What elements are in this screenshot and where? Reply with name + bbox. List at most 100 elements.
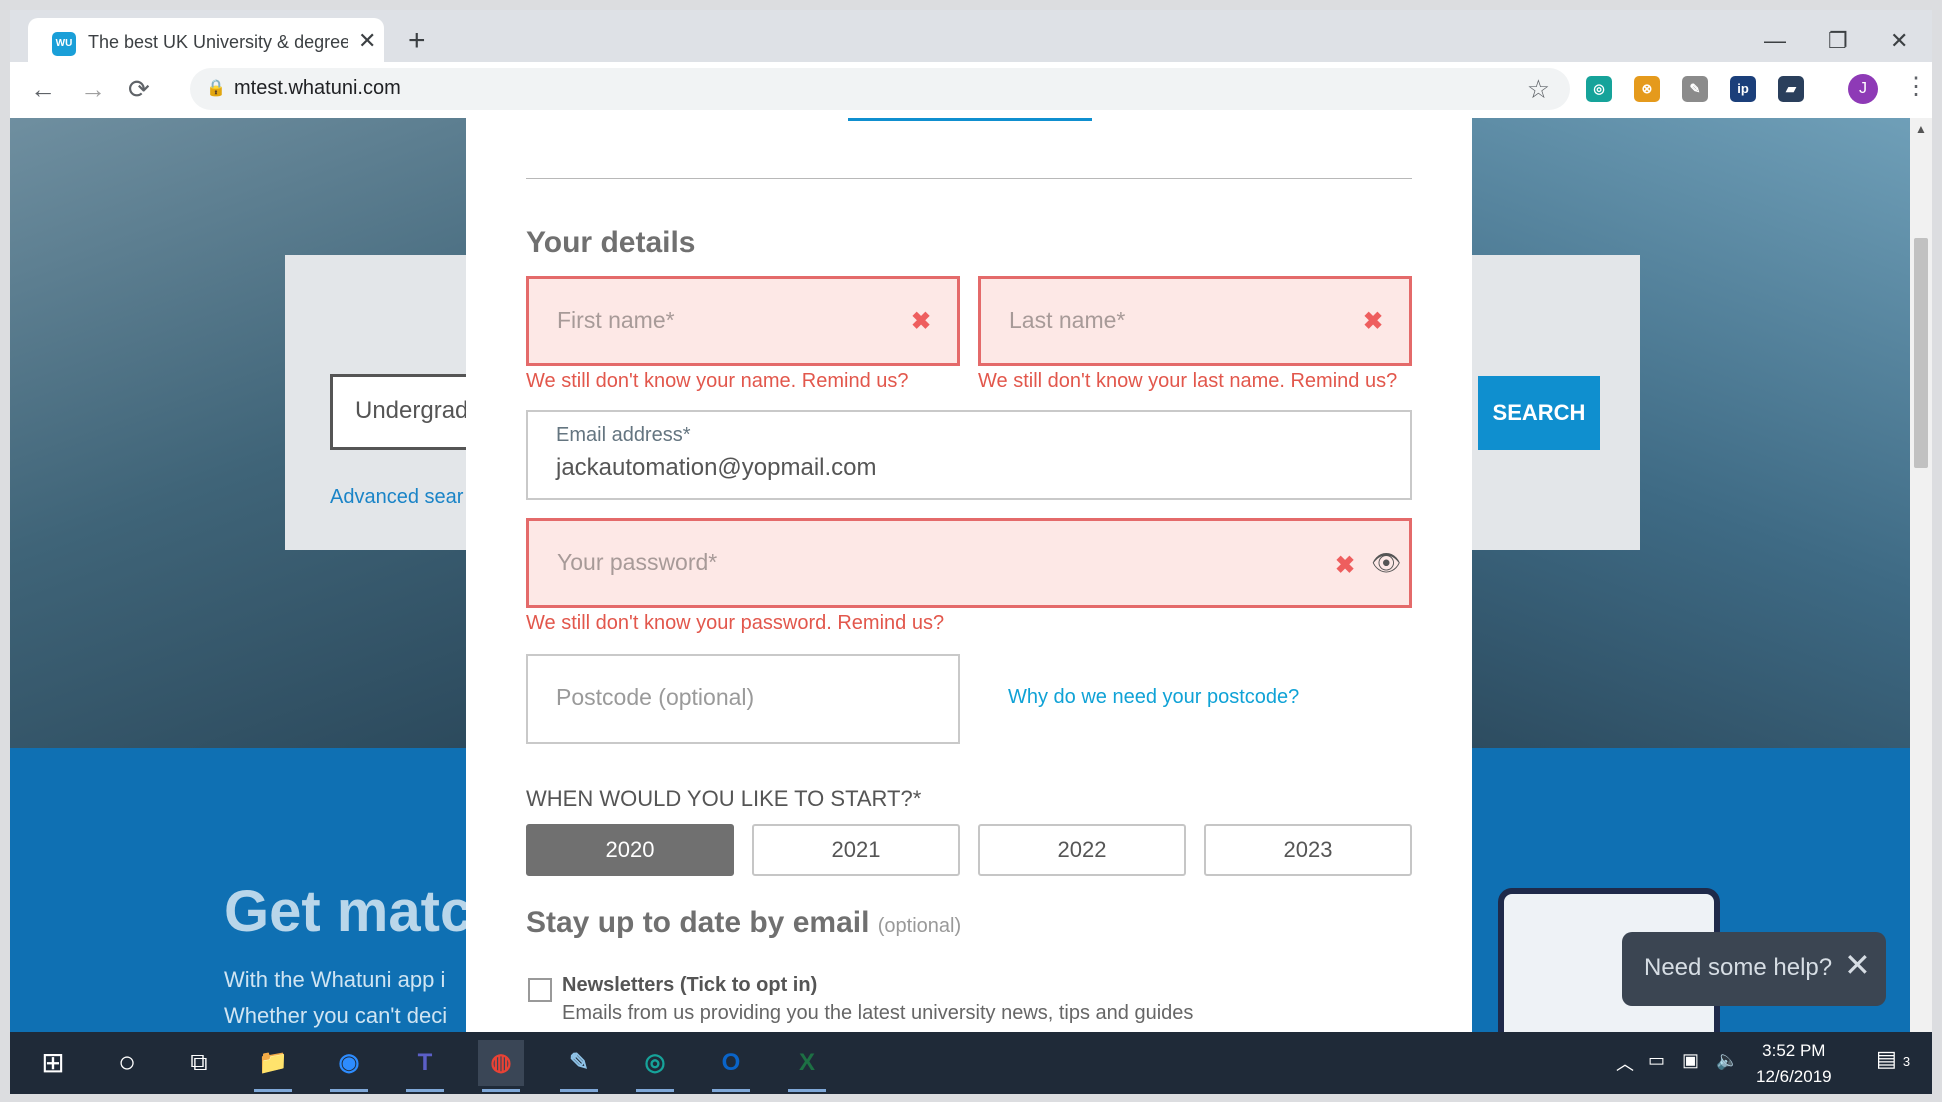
zoom-glyph: ◉ bbox=[338, 1049, 360, 1076]
help-close-icon[interactable]: ✕ bbox=[1844, 946, 1871, 984]
scroll-up-icon[interactable]: ▲ bbox=[1915, 122, 1927, 136]
email-prefs-heading: Stay up to date by email (optional) bbox=[526, 906, 961, 940]
ext-ip-icon[interactable]: ip bbox=[1730, 76, 1756, 102]
running-indicator bbox=[254, 1089, 292, 1092]
ext-c-icon[interactable]: ✎ bbox=[1682, 76, 1708, 102]
postcode-why-link[interactable]: Why do we need your postcode? bbox=[1008, 686, 1299, 709]
last-name-error: We still don't know your last name. Remi… bbox=[978, 370, 1398, 392]
notification-icon: ▤ bbox=[1876, 1046, 1897, 1071]
email-prefs-title: Stay up to date by email bbox=[526, 906, 870, 939]
help-chat-bubble[interactable]: Need some help? ✕ bbox=[1622, 932, 1886, 1006]
newsletter-checkbox[interactable] bbox=[528, 978, 552, 1002]
running-indicator bbox=[560, 1089, 598, 1092]
page-scrollbar[interactable]: ▲ bbox=[1910, 118, 1932, 1032]
first-name-error-icon: ✖ bbox=[911, 308, 932, 335]
ext-d-icon[interactable]: ▰ bbox=[1778, 76, 1804, 102]
details-heading: Your details bbox=[526, 226, 696, 259]
new-tab-button[interactable]: + bbox=[408, 26, 426, 56]
password-error: We still don't know your password. Remin… bbox=[526, 612, 945, 634]
forward-button[interactable]: → bbox=[80, 74, 106, 105]
outlook-glyph: O bbox=[721, 1049, 741, 1076]
lock-icon: 🔒 bbox=[206, 80, 226, 97]
first-name-placeholder: First name* bbox=[557, 307, 675, 333]
postcode-placeholder: Postcode (optional) bbox=[556, 684, 755, 710]
password-error-icon: ✖ bbox=[1335, 552, 1356, 579]
ext-a-icon[interactable]: ◎ bbox=[1586, 76, 1612, 102]
window-close-button[interactable]: ✕ bbox=[1890, 28, 1908, 54]
active-tab-indicator bbox=[848, 118, 1092, 121]
app-promo-text: With the Whatuni app i Whether you can't… bbox=[224, 962, 447, 1032]
show-password-icon[interactable]: 👁 bbox=[1371, 549, 1401, 578]
volume-icon[interactable]: 🔈 bbox=[1716, 1050, 1738, 1071]
url-text[interactable]: mtest.whatuni.com bbox=[234, 77, 401, 100]
tab-strip: WU The best UK University & degree ✕ + —… bbox=[10, 10, 1932, 62]
clock-date: 12/6/2019 bbox=[1756, 1067, 1832, 1086]
last-name-error-icon: ✖ bbox=[1363, 308, 1384, 335]
system-clock[interactable]: 3:52 PM 12/6/2019 bbox=[1756, 1038, 1832, 1090]
chrome-glyph: ◍ bbox=[490, 1049, 512, 1076]
running-indicator bbox=[406, 1089, 444, 1092]
last-name-placeholder: Last name* bbox=[1009, 307, 1126, 333]
browser-menu-icon[interactable]: ⋮ bbox=[1904, 72, 1928, 101]
running-indicator bbox=[788, 1089, 826, 1092]
excel-glyph: X bbox=[798, 1049, 815, 1076]
postcode-field[interactable]: Postcode (optional) bbox=[526, 654, 960, 744]
teams-icon[interactable]: T bbox=[402, 1040, 448, 1092]
year-option-2022[interactable]: 2022 bbox=[978, 824, 1186, 876]
task-view-icon[interactable]: ⧉ bbox=[176, 1040, 222, 1086]
scroll-thumb[interactable] bbox=[1914, 238, 1928, 468]
chrome-icon[interactable]: ◍ bbox=[478, 1040, 524, 1092]
minimize-button[interactable]: — bbox=[1764, 28, 1786, 54]
start-year-heading: WHEN WOULD YOU LIKE TO START?* bbox=[526, 786, 922, 811]
excel-icon[interactable]: X bbox=[784, 1040, 830, 1092]
year-option-2023[interactable]: 2023 bbox=[1204, 824, 1412, 876]
profile-avatar[interactable]: J bbox=[1848, 74, 1878, 104]
tab-title: The best UK University & degree bbox=[88, 32, 348, 52]
newsletter-description: Emails from us providing you the latest … bbox=[562, 1002, 1194, 1024]
password-field[interactable]: Your password* ✖ 👁 bbox=[526, 518, 1412, 608]
app-promo-line-2: Whether you can't deci bbox=[224, 1003, 448, 1028]
notification-center-icon[interactable]: ▤ 3 bbox=[1876, 1046, 1910, 1072]
file-explorer-icon[interactable]: 📁 bbox=[250, 1040, 296, 1092]
app-glyph: ◎ bbox=[644, 1049, 666, 1076]
start-icon[interactable]: ⊞ bbox=[30, 1040, 76, 1086]
first-name-field[interactable]: First name* ✖ bbox=[526, 276, 960, 366]
year-option-2021[interactable]: 2021 bbox=[752, 824, 960, 876]
email-value: jackautomation@yopmail.com bbox=[556, 454, 877, 481]
last-name-field[interactable]: Last name* ✖ bbox=[978, 276, 1412, 366]
teams-glyph: T bbox=[417, 1049, 433, 1076]
registration-modal: Your details First name* ✖ We still don'… bbox=[466, 118, 1472, 1032]
tray-chevron-icon[interactable]: ︿ bbox=[1616, 1050, 1634, 1076]
tab-close-icon[interactable]: ✕ bbox=[358, 28, 376, 54]
password-placeholder: Your password* bbox=[557, 549, 718, 575]
year-option-2020[interactable]: 2020 bbox=[526, 824, 734, 876]
back-button[interactable]: ← bbox=[30, 74, 56, 105]
notepad-icon[interactable]: ✎ bbox=[556, 1040, 602, 1092]
bookmark-star-icon[interactable]: ☆ bbox=[1527, 74, 1550, 105]
email-field[interactable]: Email address* jackautomation@yopmail.co… bbox=[526, 410, 1412, 500]
search-button[interactable]: SEARCH bbox=[1478, 376, 1600, 450]
zoom-icon[interactable]: ◉ bbox=[326, 1040, 372, 1092]
network-icon[interactable]: ▣ bbox=[1682, 1050, 1699, 1071]
browser-tab[interactable]: WU The best UK University & degree ✕ bbox=[28, 18, 384, 62]
address-bar[interactable]: 🔒 mtest.whatuni.com ☆ bbox=[190, 68, 1570, 110]
app-promo-heading: Get matc bbox=[224, 879, 473, 944]
newsletter-label[interactable]: Newsletters (Tick to opt in) bbox=[562, 974, 817, 997]
first-name-error: We still don't know your name. Remind us… bbox=[526, 370, 909, 392]
battery-icon[interactable]: ▭ bbox=[1648, 1050, 1665, 1071]
reload-button[interactable]: ⟳ bbox=[128, 74, 150, 105]
file-explorer-glyph: 📁 bbox=[258, 1049, 288, 1076]
divider bbox=[526, 178, 1412, 179]
study-level-value: Undergrad bbox=[355, 397, 469, 424]
email-label: Email address* bbox=[556, 424, 691, 446]
search-icon[interactable]: ○ bbox=[104, 1040, 150, 1086]
email-prefs-optional: (optional) bbox=[877, 915, 962, 937]
browser-toolbar: ← → ⟳ 🔒 mtest.whatuni.com ☆ ◎ ⊗ ✎ ip ▰ J ⋮ bbox=[10, 62, 1932, 119]
advanced-search-link[interactable]: Advanced sear bbox=[330, 486, 463, 509]
restore-button[interactable]: ❐ bbox=[1828, 28, 1848, 54]
outlook-icon[interactable]: O bbox=[708, 1040, 754, 1092]
app-icon[interactable]: ◎ bbox=[632, 1040, 678, 1092]
ext-b-icon[interactable]: ⊗ bbox=[1634, 76, 1660, 102]
running-indicator bbox=[330, 1089, 368, 1092]
app-promo-line-1: With the Whatuni app i bbox=[224, 967, 446, 992]
